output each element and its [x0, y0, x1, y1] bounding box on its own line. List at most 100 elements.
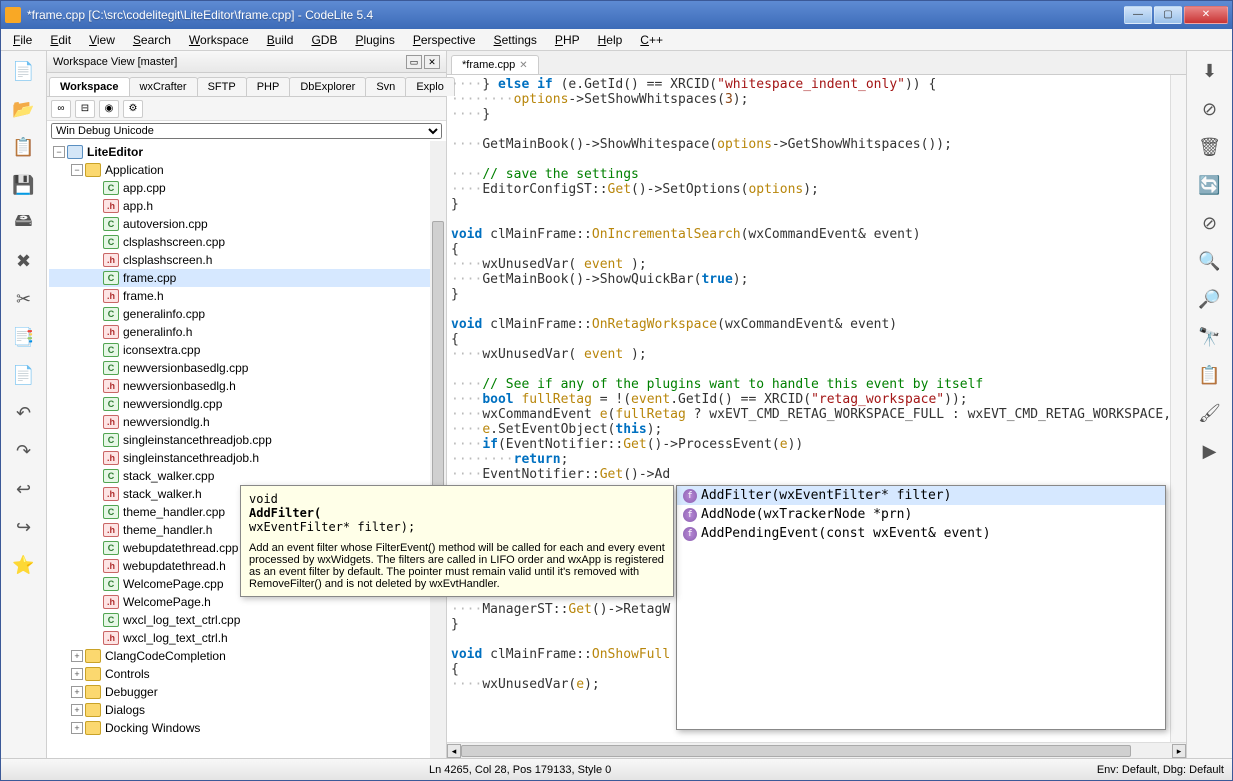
- right-tool-4[interactable]: ⊘: [1194, 207, 1226, 239]
- menu-search[interactable]: Search: [125, 31, 179, 49]
- settings-icon[interactable]: ⚙: [123, 100, 143, 118]
- signature-tooltip: void AddFilter( wxEventFilter* filter); …: [240, 485, 674, 597]
- menu-help[interactable]: Help: [590, 31, 631, 49]
- collapse-icon[interactable]: ⊟: [75, 100, 95, 118]
- menu-edit[interactable]: Edit: [42, 31, 79, 49]
- tree-scrollbar[interactable]: [430, 141, 446, 758]
- tree-item-generalinfo-cpp[interactable]: Cgeneralinfo.cpp: [49, 305, 444, 323]
- menu-c++[interactable]: C++: [632, 31, 671, 49]
- cpp-icon: C: [103, 271, 119, 285]
- tree-item-newversiondlg-cpp[interactable]: Cnewversiondlg.cpp: [49, 395, 444, 413]
- h-icon: .h: [103, 325, 119, 339]
- menu-perspective[interactable]: Perspective: [405, 31, 484, 49]
- titlebar[interactable]: *frame.cpp [C:\src\codelitegit\LiteEdito…: [1, 1, 1232, 29]
- minimize-button[interactable]: —: [1124, 6, 1152, 24]
- tree-item-clsplashscreen-h[interactable]: .hclsplashscreen.h: [49, 251, 444, 269]
- tree-item-wxcl-log-text-ctrl-cpp[interactable]: Cwxcl_log_text_ctrl.cpp: [49, 611, 444, 629]
- left-tool-10[interactable]: ↷: [8, 435, 40, 467]
- right-tool-0[interactable]: ⬇: [1194, 55, 1226, 87]
- left-tool-7[interactable]: 📑: [8, 321, 40, 353]
- left-tool-8[interactable]: 📄: [8, 359, 40, 391]
- editor-scrollbar-h[interactable]: ◂ ▸: [447, 742, 1186, 758]
- panel-tab-php[interactable]: PHP: [246, 77, 291, 96]
- proj-icon: [67, 145, 83, 159]
- panel-tabs: WorkspacewxCrafterSFTPPHPDbExplorerSvnEx…: [47, 73, 446, 97]
- panel-tab-dbexplorer[interactable]: DbExplorer: [289, 77, 366, 96]
- menu-workspace[interactable]: Workspace: [181, 31, 257, 49]
- tree-item-newversionbasedlg-h[interactable]: .hnewversionbasedlg.h: [49, 377, 444, 395]
- editor-marker-bar[interactable]: [1170, 75, 1186, 742]
- tree-item-singleinstancethreadjob-h[interactable]: .hsingleinstancethreadjob.h: [49, 449, 444, 467]
- right-tool-9[interactable]: 🖌: [1194, 397, 1226, 429]
- tree-item-dialogs[interactable]: +Dialogs: [49, 701, 444, 719]
- tree-item-controls[interactable]: +Controls: [49, 665, 444, 683]
- tree-item-generalinfo-h[interactable]: .hgeneralinfo.h: [49, 323, 444, 341]
- tree-item-stack-walker-cpp[interactable]: Cstack_walker.cpp: [49, 467, 444, 485]
- right-tool-7[interactable]: 🔭: [1194, 321, 1226, 353]
- menu-file[interactable]: File: [5, 31, 40, 49]
- menu-view[interactable]: View: [81, 31, 123, 49]
- menu-php[interactable]: PHP: [547, 31, 588, 49]
- left-tool-3[interactable]: 💾: [8, 169, 40, 201]
- autocomplete-item[interactable]: fAddNode(wxTrackerNode *prn): [677, 505, 1165, 524]
- menu-plugins[interactable]: Plugins: [347, 31, 402, 49]
- menu-build[interactable]: Build: [259, 31, 302, 49]
- right-tool-1[interactable]: ⊘: [1194, 93, 1226, 125]
- panel-tab-wxcrafter[interactable]: wxCrafter: [129, 77, 198, 96]
- tree-item-autoversion-cpp[interactable]: Cautoversion.cpp: [49, 215, 444, 233]
- h-icon: .h: [103, 631, 119, 645]
- tree-item-application[interactable]: −Application: [49, 161, 444, 179]
- panel-tab-sftp[interactable]: SFTP: [197, 77, 247, 96]
- menu-gdb[interactable]: GDB: [303, 31, 345, 49]
- left-tool-1[interactable]: 📂: [8, 93, 40, 125]
- panel-float-button[interactable]: ▭: [406, 55, 422, 69]
- tree-item-clangcodecompletion[interactable]: +ClangCodeCompletion: [49, 647, 444, 665]
- tree-item-liteeditor[interactable]: −LiteEditor: [49, 143, 444, 161]
- tree-item-clsplashscreen-cpp[interactable]: Cclsplashscreen.cpp: [49, 233, 444, 251]
- right-tool-5[interactable]: 🔍: [1194, 245, 1226, 277]
- panel-toolbar: ∞ ⊟ ◉ ⚙: [47, 97, 446, 121]
- left-tool-13[interactable]: ⭐: [8, 549, 40, 581]
- panel-tab-workspace[interactable]: Workspace: [49, 77, 130, 96]
- left-tool-5[interactable]: ✖: [8, 245, 40, 277]
- editor-tab-frame[interactable]: *frame.cpp ✕: [451, 55, 539, 74]
- left-tool-0[interactable]: 📄: [8, 55, 40, 87]
- right-tool-3[interactable]: 🔄: [1194, 169, 1226, 201]
- right-tool-10[interactable]: ▶: [1194, 435, 1226, 467]
- close-button[interactable]: ✕: [1184, 6, 1228, 24]
- tree-item-wxcl-log-text-ctrl-h[interactable]: .hwxcl_log_text_ctrl.h: [49, 629, 444, 647]
- right-tool-8[interactable]: 📋: [1194, 359, 1226, 391]
- tree-item-singleinstancethreadjob-cpp[interactable]: Csingleinstancethreadjob.cpp: [49, 431, 444, 449]
- left-tool-12[interactable]: ↪: [8, 511, 40, 543]
- link-icon[interactable]: ∞: [51, 100, 71, 118]
- autocomplete-item[interactable]: fAddFilter(wxEventFilter* filter): [677, 486, 1165, 505]
- function-icon: f: [683, 489, 697, 503]
- panel-close-button[interactable]: ✕: [424, 55, 440, 69]
- tree-item-iconsextra-cpp[interactable]: Ciconsextra.cpp: [49, 341, 444, 359]
- build-config-select[interactable]: Win Debug Unicode: [51, 123, 442, 139]
- autocomplete-popup[interactable]: fAddFilter(wxEventFilter* filter)fAddNod…: [676, 485, 1166, 730]
- cpp-icon: C: [103, 505, 119, 519]
- file-tree[interactable]: −LiteEditor−ApplicationCapp.cpp.happ.hCa…: [47, 141, 446, 758]
- right-tool-6[interactable]: 🔎: [1194, 283, 1226, 315]
- tree-item-newversionbasedlg-cpp[interactable]: Cnewversionbasedlg.cpp: [49, 359, 444, 377]
- menu-settings[interactable]: Settings: [486, 31, 545, 49]
- left-tool-9[interactable]: ↶: [8, 397, 40, 429]
- tree-item-docking-windows[interactable]: +Docking Windows: [49, 719, 444, 737]
- panel-tab-svn[interactable]: Svn: [365, 77, 406, 96]
- tree-item-app-h[interactable]: .happ.h: [49, 197, 444, 215]
- close-icon[interactable]: ✕: [519, 60, 527, 71]
- left-tool-6[interactable]: ✂: [8, 283, 40, 315]
- tree-item-debugger[interactable]: +Debugger: [49, 683, 444, 701]
- autocomplete-item[interactable]: fAddPendingEvent(const wxEvent& event): [677, 524, 1165, 543]
- tree-item-frame-h[interactable]: .hframe.h: [49, 287, 444, 305]
- tree-item-frame-cpp[interactable]: Cframe.cpp: [49, 269, 444, 287]
- left-tool-11[interactable]: ↩: [8, 473, 40, 505]
- left-tool-2[interactable]: 📋: [8, 131, 40, 163]
- tree-item-app-cpp[interactable]: Capp.cpp: [49, 179, 444, 197]
- right-tool-2[interactable]: 🗑: [1194, 131, 1226, 163]
- maximize-button[interactable]: ▢: [1154, 6, 1182, 24]
- left-tool-4[interactable]: 🖴: [8, 207, 40, 239]
- goto-icon[interactable]: ◉: [99, 100, 119, 118]
- tree-item-newversiondlg-h[interactable]: .hnewversiondlg.h: [49, 413, 444, 431]
